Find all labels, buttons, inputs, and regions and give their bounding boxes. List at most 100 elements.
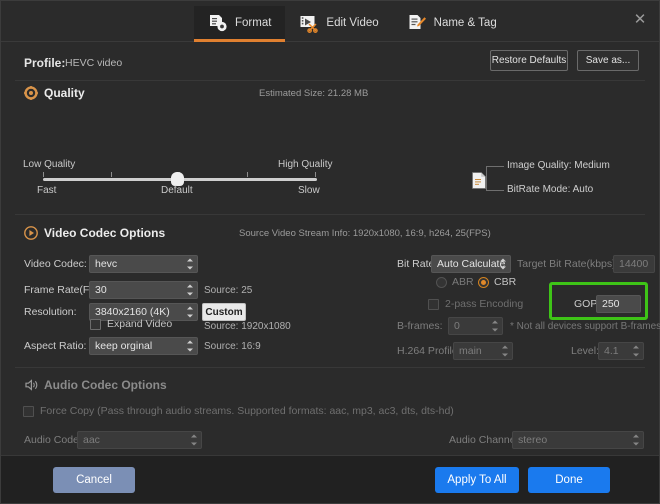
chevron-updown-icon — [186, 284, 193, 296]
close-icon[interactable]: ✕ — [629, 8, 651, 30]
chevron-updown-icon — [186, 340, 193, 352]
chevron-updown-icon — [499, 258, 506, 270]
tab-edit-video[interactable]: Edit Video — [285, 6, 392, 42]
frame-rate-value: 30 — [95, 284, 107, 296]
tab-format-label: Format — [235, 16, 272, 29]
abr-radio[interactable]: ABR — [436, 276, 474, 288]
h264-profile-select: main — [453, 342, 513, 360]
video-codec-section-header: Video Codec Options — [24, 226, 165, 240]
expand-video-label: Expand Video — [107, 318, 173, 330]
custom-resolution-button[interactable]: Custom — [202, 303, 246, 321]
checkbox-box — [428, 298, 439, 310]
h264-profile-label: H.264 Profile: — [397, 345, 461, 357]
bit-rate-select[interactable]: Auto Calculate — [431, 255, 511, 273]
profile-row: Profile: HEVC video Restore Defaults Sav… — [1, 50, 659, 80]
b-frames-note: * Not all devices support B-frames — [510, 321, 660, 332]
two-pass-encoding-checkbox[interactable]: 2-pass Encoding — [428, 298, 523, 310]
profile-value: HEVC video — [65, 57, 123, 69]
audio-channel-label: Audio Channel: — [449, 434, 521, 446]
chevron-updown-icon — [186, 258, 193, 270]
tab-name-tag[interactable]: Name & Tag — [393, 6, 511, 42]
tab-format[interactable]: Format — [194, 6, 286, 42]
gop-input[interactable]: 250 — [596, 295, 641, 313]
level-select: 4.1 — [598, 342, 644, 360]
bitrate-mode-value: BitRate Mode: Auto — [507, 184, 594, 195]
divider-quality — [15, 214, 645, 215]
video-codec-heading: Video Codec Options — [44, 226, 166, 240]
tree-connector-top — [486, 166, 504, 167]
tab-name-tag-label: Name & Tag — [433, 16, 497, 29]
source-stream-info: Source Video Stream Info: 1920x1080, 16:… — [239, 228, 491, 239]
tree-connector-bottom — [486, 190, 504, 191]
force-copy-label: Force Copy (Pass through audio streams. … — [40, 405, 454, 417]
resolution-value: 3840x2160 (4K) — [95, 306, 170, 318]
play-circle-icon — [24, 226, 38, 240]
radio-circle-selected — [478, 276, 489, 288]
audio-codec-section-header: Audio Codec Options — [24, 378, 167, 392]
quality-slider-handle[interactable] — [171, 172, 184, 186]
divider-profile — [15, 80, 645, 81]
force-copy-checkbox[interactable]: Force Copy (Pass through audio streams. … — [23, 405, 454, 417]
video-codec-value: hevc — [95, 258, 118, 270]
cbr-radio[interactable]: CBR — [478, 276, 516, 288]
chevron-updown-icon — [501, 345, 508, 357]
gop-value: 250 — [602, 298, 620, 310]
format-settings-dialog: Format Edit Video Name & Tag ✕ Profile: … — [0, 0, 660, 504]
image-quality-value: Image Quality: Medium — [507, 160, 610, 171]
aspect-ratio-label: Aspect Ratio: — [24, 340, 87, 352]
chevron-updown-icon — [190, 434, 197, 446]
tab-bar: Format Edit Video Name & Tag ✕ — [1, 1, 659, 42]
audio-channel-value: stereo — [518, 434, 548, 446]
level-value: 4.1 — [604, 345, 619, 357]
name-tag-pencil-icon — [407, 13, 427, 33]
fast-label: Fast — [37, 185, 57, 196]
aspect-ratio-source: Source: 16:9 — [204, 341, 261, 352]
profile-label: Profile: — [24, 56, 66, 70]
aspect-ratio-select[interactable]: keep orginal — [89, 337, 198, 355]
audio-codec-heading: Audio Codec Options — [44, 378, 167, 392]
quality-heading: Quality — [44, 86, 85, 100]
audio-codec-select: aac — [77, 431, 202, 449]
document-icon — [472, 172, 486, 189]
save-as-button[interactable]: Save as... — [577, 50, 639, 71]
low-quality-label: Low Quality — [23, 159, 76, 170]
expand-video-checkbox[interactable]: Expand Video — [90, 318, 172, 330]
cancel-button[interactable]: Cancel — [53, 467, 135, 493]
abr-label: ABR — [452, 276, 474, 288]
video-codec-select[interactable]: hevc — [89, 255, 198, 273]
apply-to-all-button[interactable]: Apply To All — [435, 467, 519, 493]
h264-profile-value: main — [459, 345, 482, 357]
aspect-ratio-value: keep orginal — [95, 340, 153, 352]
video-codec-label: Video Codec: — [24, 258, 87, 270]
slow-label: Slow — [298, 185, 320, 196]
frame-rate-source: Source: 25 — [204, 285, 253, 296]
frame-rate-input[interactable]: 30 — [89, 281, 198, 299]
quality-section-header: Quality — [24, 86, 85, 100]
chevron-updown-icon — [491, 320, 498, 332]
chevron-updown-icon — [632, 345, 639, 357]
two-pass-encoding-label: 2-pass Encoding — [445, 298, 524, 310]
b-frames-value: 0 — [454, 320, 460, 332]
speaker-icon — [24, 378, 38, 392]
cbr-label: CBR — [494, 276, 517, 288]
divider-video — [15, 367, 645, 368]
restore-defaults-button[interactable]: Restore Defaults — [490, 50, 568, 71]
tab-edit-video-label: Edit Video — [326, 16, 379, 29]
estimated-size: Estimated Size: 21.28 MB — [259, 88, 369, 99]
b-frames-label: B-frames: — [397, 320, 443, 332]
gear-icon — [24, 86, 38, 100]
bit-rate-value: Auto Calculate — [437, 258, 506, 270]
target-bit-rate-input: 14400 — [613, 255, 655, 273]
high-quality-label: High Quality — [278, 159, 333, 170]
dialog-footer: Cancel Apply To All Done — [1, 455, 659, 503]
done-button[interactable]: Done — [528, 467, 610, 493]
resolution-source: Source: 1920x1080 — [204, 321, 291, 332]
default-label: Default — [161, 185, 193, 196]
b-frames-input: 0 — [448, 317, 503, 335]
chevron-updown-icon — [186, 306, 193, 318]
radio-circle — [436, 276, 447, 288]
edit-video-scissors-icon — [299, 13, 319, 33]
chevron-updown-icon — [632, 434, 639, 446]
tab-group: Format Edit Video Name & Tag — [194, 1, 511, 42]
checkbox-box — [23, 405, 34, 417]
